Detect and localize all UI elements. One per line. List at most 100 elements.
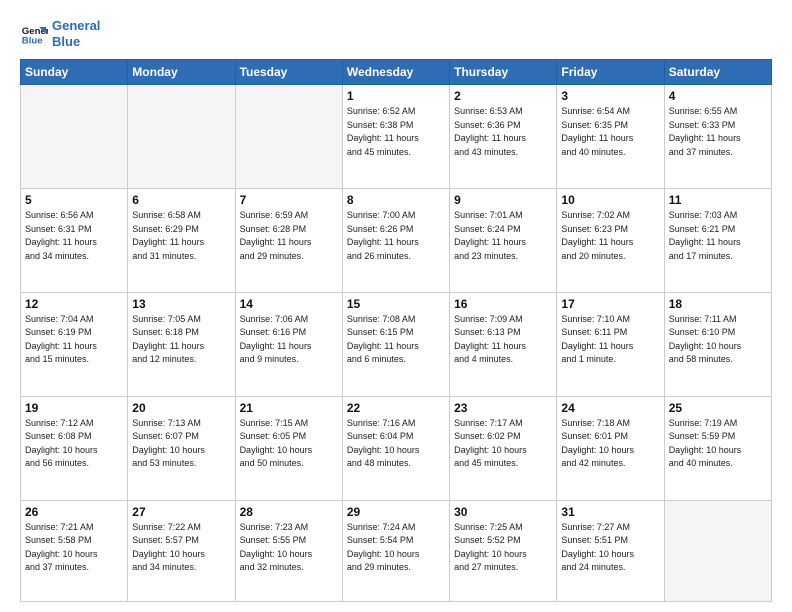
calendar-cell: 12Sunrise: 7:04 AM Sunset: 6:19 PM Dayli…	[21, 292, 128, 396]
calendar-cell: 8Sunrise: 7:00 AM Sunset: 6:26 PM Daylig…	[342, 189, 449, 293]
day-number: 10	[561, 193, 659, 207]
day-number: 3	[561, 89, 659, 103]
day-number: 12	[25, 297, 123, 311]
weekday-header-sunday: Sunday	[21, 60, 128, 85]
calendar-cell: 27Sunrise: 7:22 AM Sunset: 5:57 PM Dayli…	[128, 500, 235, 601]
day-number: 7	[240, 193, 338, 207]
weekday-header-saturday: Saturday	[664, 60, 771, 85]
day-number: 15	[347, 297, 445, 311]
header: General Blue GeneralBlue	[20, 18, 772, 49]
calendar-cell: 1Sunrise: 6:52 AM Sunset: 6:38 PM Daylig…	[342, 85, 449, 189]
weekday-header-tuesday: Tuesday	[235, 60, 342, 85]
day-info: Sunrise: 7:17 AM Sunset: 6:02 PM Dayligh…	[454, 417, 552, 471]
calendar-cell: 31Sunrise: 7:27 AM Sunset: 5:51 PM Dayli…	[557, 500, 664, 601]
day-number: 16	[454, 297, 552, 311]
day-info: Sunrise: 7:00 AM Sunset: 6:26 PM Dayligh…	[347, 209, 445, 263]
calendar-week-2: 5 Sunrise: 6:56 AM Sunset: 6:31 PM Daylig…	[21, 189, 772, 293]
calendar-week-3: 12Sunrise: 7:04 AM Sunset: 6:19 PM Dayli…	[21, 292, 772, 396]
calendar-cell: 20 Sunrise: 7:13 AM Sunset: 6:07 PM Dayli…	[128, 396, 235, 500]
calendar-cell: 25 Sunrise: 7:19 AM Sunset: 5:59 PM Dayli…	[664, 396, 771, 500]
calendar-cell: 10 Sunrise: 7:02 AM Sunset: 6:23 PM Dayli…	[557, 189, 664, 293]
calendar-cell: 24 Sunrise: 7:18 AM Sunset: 6:01 PM Dayli…	[557, 396, 664, 500]
calendar-cell: 4 Sunrise: 6:55 AM Sunset: 6:33 PM Daylig…	[664, 85, 771, 189]
day-info: Sunrise: 7:10 AM Sunset: 6:11 PM Dayligh…	[561, 313, 659, 367]
calendar-cell: 2 Sunrise: 6:53 AM Sunset: 6:36 PM Daylig…	[450, 85, 557, 189]
calendar-cell: 22Sunrise: 7:16 AM Sunset: 6:04 PM Dayli…	[342, 396, 449, 500]
day-number: 21	[240, 401, 338, 415]
day-info: Sunrise: 7:15 AM Sunset: 6:05 PM Dayligh…	[240, 417, 338, 471]
weekday-header-thursday: Thursday	[450, 60, 557, 85]
day-number: 26	[25, 505, 123, 519]
day-number: 4	[669, 89, 767, 103]
calendar-cell	[235, 85, 342, 189]
calendar-cell: 3Sunrise: 6:54 AM Sunset: 6:35 PM Daylig…	[557, 85, 664, 189]
day-info: Sunrise: 7:08 AM Sunset: 6:15 PM Dayligh…	[347, 313, 445, 367]
day-number: 20	[132, 401, 230, 415]
calendar-week-5: 26 Sunrise: 7:21 AM Sunset: 5:58 PM Dayli…	[21, 500, 772, 601]
calendar-cell	[21, 85, 128, 189]
logo-text: GeneralBlue	[52, 18, 100, 49]
day-info: Sunrise: 6:53 AM Sunset: 6:36 PM Dayligh…	[454, 105, 552, 159]
day-info: Sunrise: 7:03 AM Sunset: 6:21 PM Dayligh…	[669, 209, 767, 263]
calendar-cell: 11 Sunrise: 7:03 AM Sunset: 6:21 PM Dayli…	[664, 189, 771, 293]
calendar-page: General Blue GeneralBlue SundayMondayTue…	[0, 0, 792, 612]
calendar-table: SundayMondayTuesdayWednesdayThursdayFrid…	[20, 59, 772, 602]
calendar-cell: 15 Sunrise: 7:08 AM Sunset: 6:15 PM Dayli…	[342, 292, 449, 396]
calendar-cell: 16Sunrise: 7:09 AM Sunset: 6:13 PM Dayli…	[450, 292, 557, 396]
day-number: 11	[669, 193, 767, 207]
calendar-cell: 21 Sunrise: 7:15 AM Sunset: 6:05 PM Dayli…	[235, 396, 342, 500]
day-number: 2	[454, 89, 552, 103]
calendar-cell	[128, 85, 235, 189]
day-number: 24	[561, 401, 659, 415]
day-number: 18	[669, 297, 767, 311]
day-info: Sunrise: 7:21 AM Sunset: 5:58 PM Dayligh…	[25, 521, 123, 575]
day-info: Sunrise: 7:22 AM Sunset: 5:57 PM Dayligh…	[132, 521, 230, 575]
day-info: Sunrise: 7:24 AM Sunset: 5:54 PM Dayligh…	[347, 521, 445, 575]
day-number: 23	[454, 401, 552, 415]
day-number: 13	[132, 297, 230, 311]
day-number: 30	[454, 505, 552, 519]
day-info: Sunrise: 7:19 AM Sunset: 5:59 PM Dayligh…	[669, 417, 767, 471]
calendar-cell: 28Sunrise: 7:23 AM Sunset: 5:55 PM Dayli…	[235, 500, 342, 601]
calendar-cell: 26 Sunrise: 7:21 AM Sunset: 5:58 PM Dayli…	[21, 500, 128, 601]
calendar-cell: 23 Sunrise: 7:17 AM Sunset: 6:02 PM Dayli…	[450, 396, 557, 500]
day-info: Sunrise: 7:06 AM Sunset: 6:16 PM Dayligh…	[240, 313, 338, 367]
day-info: Sunrise: 7:02 AM Sunset: 6:23 PM Dayligh…	[561, 209, 659, 263]
weekday-header-row: SundayMondayTuesdayWednesdayThursdayFrid…	[21, 60, 772, 85]
calendar-cell: 6 Sunrise: 6:58 AM Sunset: 6:29 PM Daylig…	[128, 189, 235, 293]
calendar-week-4: 19 Sunrise: 7:12 AM Sunset: 6:08 PM Dayli…	[21, 396, 772, 500]
day-info: Sunrise: 7:16 AM Sunset: 6:04 PM Dayligh…	[347, 417, 445, 471]
day-number: 9	[454, 193, 552, 207]
calendar-week-1: 1Sunrise: 6:52 AM Sunset: 6:38 PM Daylig…	[21, 85, 772, 189]
day-info: Sunrise: 7:12 AM Sunset: 6:08 PM Dayligh…	[25, 417, 123, 471]
day-number: 5	[25, 193, 123, 207]
weekday-header-wednesday: Wednesday	[342, 60, 449, 85]
logo: General Blue GeneralBlue	[20, 18, 100, 49]
calendar-cell	[664, 500, 771, 601]
day-number: 31	[561, 505, 659, 519]
calendar-cell: 13 Sunrise: 7:05 AM Sunset: 6:18 PM Dayli…	[128, 292, 235, 396]
calendar-cell: 7 Sunrise: 6:59 AM Sunset: 6:28 PM Daylig…	[235, 189, 342, 293]
day-info: Sunrise: 6:58 AM Sunset: 6:29 PM Dayligh…	[132, 209, 230, 263]
day-number: 25	[669, 401, 767, 415]
day-info: Sunrise: 6:59 AM Sunset: 6:28 PM Dayligh…	[240, 209, 338, 263]
day-info: Sunrise: 6:55 AM Sunset: 6:33 PM Dayligh…	[669, 105, 767, 159]
calendar-cell: 17 Sunrise: 7:10 AM Sunset: 6:11 PM Dayli…	[557, 292, 664, 396]
calendar-cell: 19 Sunrise: 7:12 AM Sunset: 6:08 PM Dayli…	[21, 396, 128, 500]
calendar-cell: 9 Sunrise: 7:01 AM Sunset: 6:24 PM Daylig…	[450, 189, 557, 293]
day-number: 17	[561, 297, 659, 311]
day-info: Sunrise: 7:25 AM Sunset: 5:52 PM Dayligh…	[454, 521, 552, 575]
calendar-cell: 30 Sunrise: 7:25 AM Sunset: 5:52 PM Dayli…	[450, 500, 557, 601]
day-number: 6	[132, 193, 230, 207]
day-info: Sunrise: 6:56 AM Sunset: 6:31 PM Dayligh…	[25, 209, 123, 263]
calendar-cell: 5 Sunrise: 6:56 AM Sunset: 6:31 PM Daylig…	[21, 189, 128, 293]
svg-text:Blue: Blue	[22, 35, 43, 46]
calendar-cell: 29Sunrise: 7:24 AM Sunset: 5:54 PM Dayli…	[342, 500, 449, 601]
day-info: Sunrise: 7:13 AM Sunset: 6:07 PM Dayligh…	[132, 417, 230, 471]
day-info: Sunrise: 6:52 AM Sunset: 6:38 PM Dayligh…	[347, 105, 445, 159]
day-number: 19	[25, 401, 123, 415]
day-info: Sunrise: 7:18 AM Sunset: 6:01 PM Dayligh…	[561, 417, 659, 471]
day-info: Sunrise: 7:01 AM Sunset: 6:24 PM Dayligh…	[454, 209, 552, 263]
day-info: Sunrise: 7:11 AM Sunset: 6:10 PM Dayligh…	[669, 313, 767, 367]
day-info: Sunrise: 7:05 AM Sunset: 6:18 PM Dayligh…	[132, 313, 230, 367]
